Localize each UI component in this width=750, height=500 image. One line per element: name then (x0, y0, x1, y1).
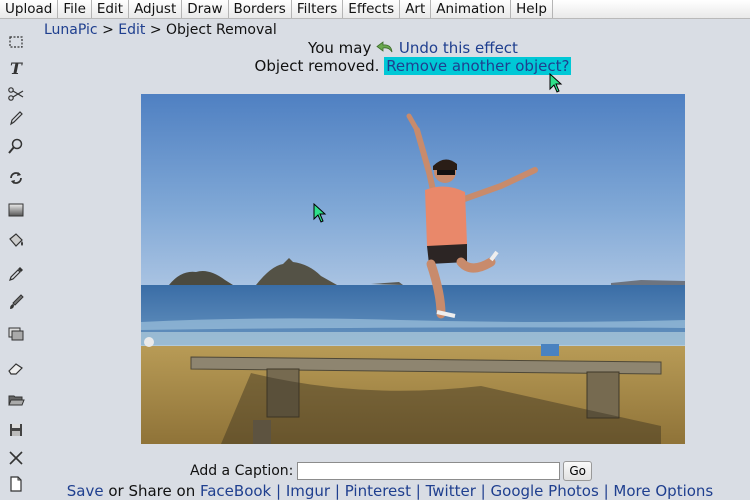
caption-label: Add a Caption: (190, 463, 294, 479)
breadcrumb-separator: > (149, 22, 162, 38)
share-more-options-link[interactable]: More Options (613, 482, 713, 500)
undo-notice: You may Undo this effect (0, 39, 750, 57)
share-facebook-link[interactable]: FaceBook (200, 482, 271, 500)
caption-input[interactable] (297, 462, 561, 480)
removed-notice: Object removed. Remove another object? (0, 57, 750, 76)
menu-art[interactable]: Art (400, 0, 432, 18)
menu-bar: Upload File Edit Adjust Draw Borders Fil… (0, 0, 750, 19)
photo-canvas[interactable] (141, 94, 685, 444)
share-separator: | (415, 482, 421, 500)
menu-borders[interactable]: Borders (229, 0, 292, 18)
share-separator: | (603, 482, 609, 500)
tool-sidebar: T (0, 18, 34, 500)
caption-row: Add a Caption: Go (190, 461, 592, 481)
eyedropper-icon[interactable] (6, 264, 26, 284)
menu-adjust[interactable]: Adjust (129, 0, 183, 18)
share-twitter-link[interactable]: Twitter (426, 482, 476, 500)
breadcrumb: LunaPic > Edit > Object Removal (44, 21, 277, 39)
mouse-cursor-icon (313, 203, 327, 223)
menu-filters[interactable]: Filters (292, 0, 344, 18)
mouse-cursor-icon (549, 73, 563, 93)
scissors-icon[interactable] (6, 84, 26, 104)
undo-effect-link[interactable]: Undo this effect (399, 39, 518, 57)
breadcrumb-lunapic[interactable]: LunaPic (44, 22, 98, 38)
menu-file[interactable]: File (58, 0, 92, 18)
share-separator: | (334, 482, 340, 500)
pencil-icon[interactable] (6, 108, 26, 128)
save-link[interactable]: Save (67, 482, 104, 500)
breadcrumb-current: Object Removal (166, 22, 277, 38)
beach-photo (141, 94, 685, 444)
breadcrumb-separator: > (102, 22, 114, 38)
share-imgur-link[interactable]: Imgur (286, 482, 330, 500)
gradient-icon[interactable] (6, 200, 26, 220)
remove-another-object-link[interactable]: Remove another object? (384, 57, 572, 75)
share-pinterest-link[interactable]: Pinterest (345, 482, 411, 500)
rotate-icon[interactable] (6, 168, 26, 188)
menu-upload[interactable]: Upload (0, 0, 59, 18)
share-bar: Save or Share on FaceBook | Imgur | Pint… (0, 482, 750, 500)
share-separator: | (480, 482, 486, 500)
breadcrumb-edit[interactable]: Edit (118, 22, 145, 38)
layers-icon[interactable] (6, 324, 26, 344)
save-disk-icon[interactable] (6, 420, 26, 440)
share-separator: | (276, 482, 282, 500)
open-folder-icon[interactable] (6, 390, 26, 410)
removed-notice-text: Object removed. (254, 57, 380, 75)
undo-notice-text: You may (308, 39, 372, 57)
caption-go-button[interactable]: Go (563, 461, 592, 481)
menu-help[interactable]: Help (511, 0, 553, 18)
undo-arrow-icon[interactable] (376, 40, 394, 54)
share-text: or Share on (108, 482, 196, 500)
magnifier-icon[interactable] (6, 136, 26, 156)
menu-animation[interactable]: Animation (431, 0, 512, 18)
brush-icon[interactable] (6, 292, 26, 312)
close-x-icon[interactable] (6, 448, 26, 468)
menu-effects[interactable]: Effects (343, 0, 401, 18)
share-google-photos-link[interactable]: Google Photos (491, 482, 599, 500)
eraser-icon[interactable] (6, 358, 26, 378)
paint-bucket-icon[interactable] (6, 230, 26, 250)
menu-draw[interactable]: Draw (182, 0, 229, 18)
menu-edit[interactable]: Edit (92, 0, 130, 18)
